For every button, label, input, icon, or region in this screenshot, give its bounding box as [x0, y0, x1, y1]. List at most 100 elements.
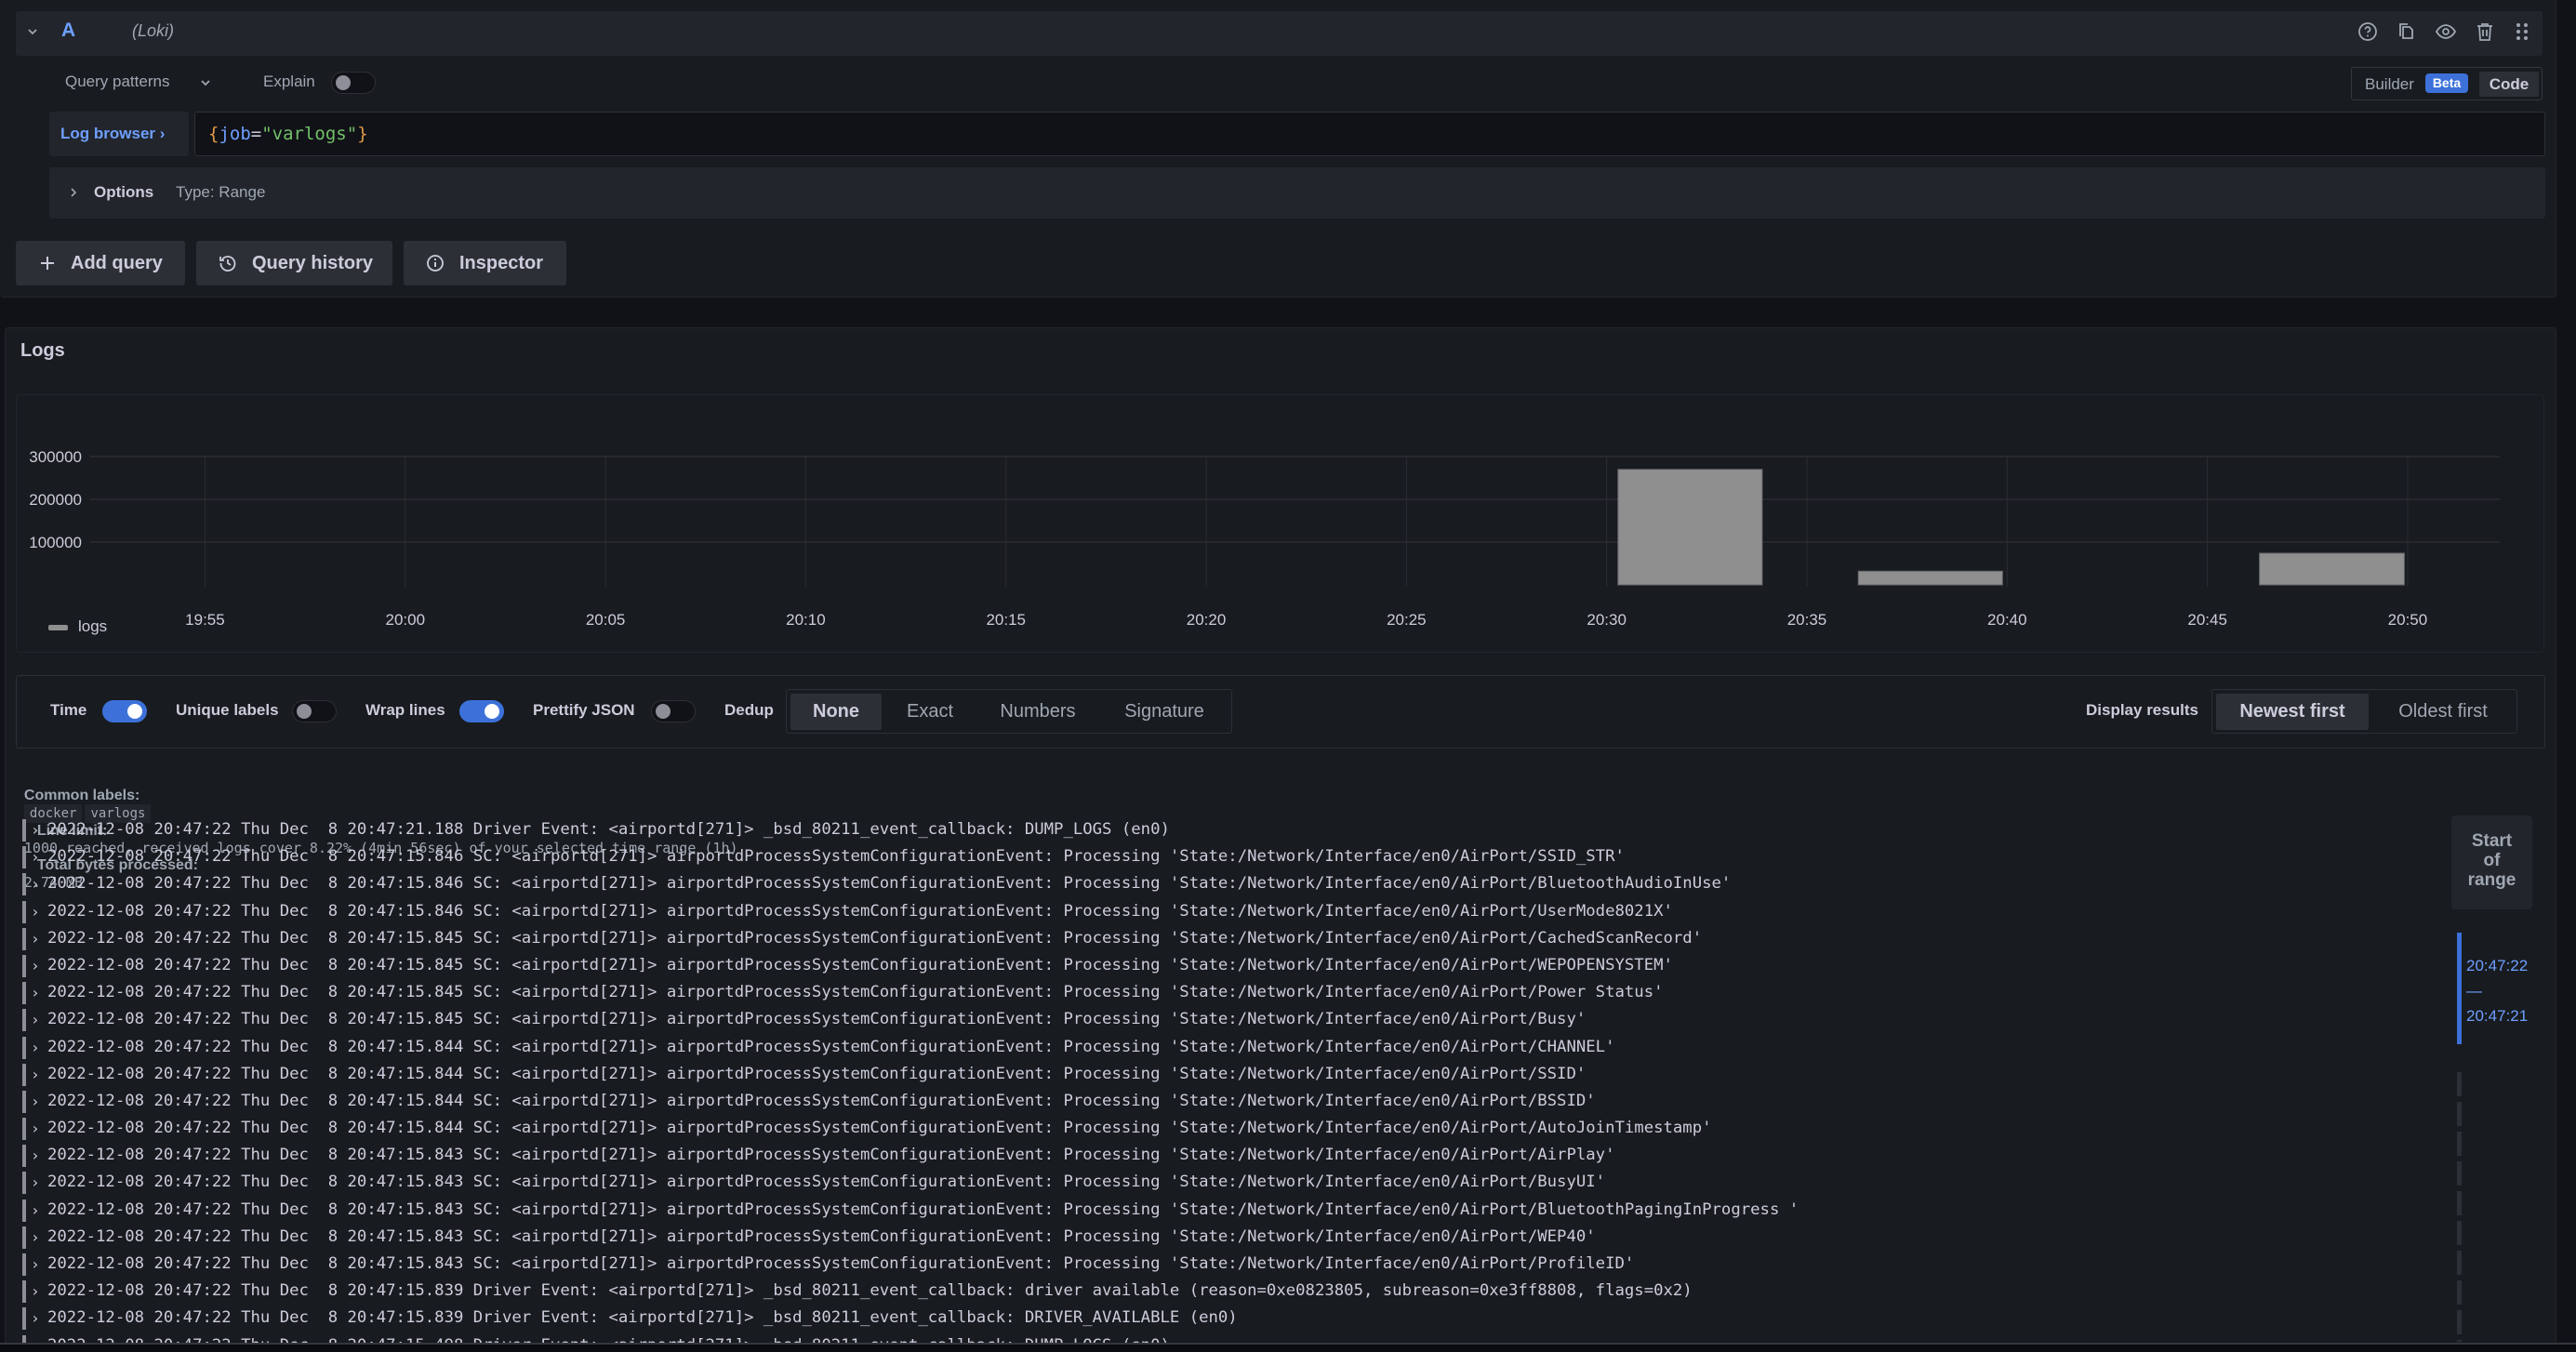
time-toggle[interactable]	[102, 700, 147, 722]
log-row[interactable]: › 2022-12-08 20:47:22 Thu Dec 8 20:47:15.…	[19, 925, 2437, 952]
expand-row-chevron-icon[interactable]: ›	[31, 979, 40, 1006]
query-expression-input[interactable]: {job="varlogs"}	[194, 112, 2545, 156]
help-icon[interactable]	[2357, 20, 2379, 43]
log-row[interactable]: › 2022-12-08 20:47:22 Thu Dec 8 20:47:15.…	[19, 1224, 2437, 1251]
builder-mode-button[interactable]: Builder	[2365, 75, 2414, 94]
expand-row-chevron-icon[interactable]: ›	[31, 1305, 40, 1332]
expand-row-chevron-icon[interactable]: ›	[31, 1332, 40, 1343]
expand-row-chevron-icon[interactable]: ›	[31, 870, 40, 897]
log-row[interactable]: › 2022-12-08 20:47:22 Thu Dec 8 20:47:15.…	[19, 843, 2437, 870]
drag-handle-icon[interactable]	[2511, 20, 2533, 43]
current-range-indicator[interactable]	[2457, 933, 2462, 1044]
expand-row-chevron-icon[interactable]: ›	[31, 1169, 40, 1196]
log-row[interactable]: › 2022-12-08 20:47:22 Thu Dec 8 20:47:15.…	[19, 1197, 2437, 1224]
logs-panel-title: Logs	[20, 340, 65, 361]
query-history-button[interactable]: Query history	[196, 241, 392, 285]
expand-row-chevron-icon[interactable]: ›	[31, 1197, 40, 1224]
code-mode-button[interactable]: Code	[2479, 72, 2539, 97]
current-range-label[interactable]: 20:47:22 — 20:47:21	[2466, 953, 2528, 1028]
expand-row-chevron-icon[interactable]: ›	[31, 1115, 40, 1142]
log-line-text: 2022-12-08 20:47:22 Thu Dec 8 20:47:15.8…	[47, 983, 1664, 1002]
log-level-indicator	[22, 1036, 26, 1059]
log-row[interactable]: › 2022-12-08 20:47:22 Thu Dec 8 20:47:15.…	[19, 979, 2437, 1006]
inspector-button[interactable]: Inspector	[404, 241, 566, 285]
log-row[interactable]: › 2022-12-08 20:47:22 Thu Dec 8 20:47:15.…	[19, 1006, 2437, 1033]
expand-row-chevron-icon[interactable]: ›	[31, 1224, 40, 1251]
log-row[interactable]: › 2022-12-08 20:47:22 Thu Dec 8 20:47:15.…	[19, 1305, 2437, 1332]
chart-bar[interactable]	[1857, 570, 2003, 586]
horizontal-scrollbar[interactable]	[0, 1343, 2576, 1352]
trash-icon[interactable]	[2474, 20, 2496, 43]
log-row[interactable]: › 2022-12-08 20:47:22 Thu Dec 8 20:47:15.…	[19, 870, 2437, 897]
toggle-knob	[656, 704, 671, 719]
logs-volume-chart[interactable]: 100000 200000 300000 19:55 20:00 20:05 20:10 2…	[0, 394, 2548, 655]
legend-label-logs[interactable]: logs	[78, 617, 107, 636]
token-label-key: job	[219, 124, 251, 144]
log-level-indicator	[22, 1145, 26, 1168]
unique-labels-toggle[interactable]	[292, 700, 337, 722]
log-level-indicator	[22, 1090, 26, 1113]
log-row[interactable]: › 2022-12-08 20:47:22 Thu Dec 8 20:47:15.…	[19, 1115, 2437, 1142]
log-row[interactable]: › 2022-12-08 20:47:22 Thu Dec 8 20:47:15.…	[19, 1061, 2437, 1088]
wrap-lines-toggle[interactable]	[459, 700, 504, 722]
explain-toggle[interactable]	[331, 72, 376, 94]
expand-row-chevron-icon[interactable]: ›	[31, 952, 40, 979]
x-tick-label: 20:45	[2187, 611, 2227, 629]
log-row[interactable]: › 2022-12-08 20:47:22 Thu Dec 8 20:47:15.…	[19, 952, 2437, 979]
log-row[interactable]: › 2022-12-08 20:47:22 Thu Dec 8 20:47:15.…	[19, 1142, 2437, 1169]
log-row[interactable]: › 2022-12-08 20:47:22 Thu Dec 8 20:47:15.…	[19, 1034, 2437, 1061]
log-level-indicator	[22, 1199, 26, 1222]
expand-row-chevron-icon[interactable]: ›	[31, 1278, 40, 1305]
query-options-row[interactable]: Options Type: Range	[49, 167, 2545, 219]
expand-row-chevron-icon[interactable]: ›	[31, 1006, 40, 1033]
expand-row-chevron-icon[interactable]: ›	[31, 843, 40, 870]
log-row[interactable]: › 2022-12-08 20:47:22 Thu Dec 8 20:47:21.…	[19, 816, 2437, 843]
eye-icon[interactable]	[2435, 20, 2457, 43]
chart-bar[interactable]	[2259, 552, 2405, 586]
x-tick-label: 20:40	[1987, 611, 2027, 629]
y-tick-label: 100000	[29, 534, 82, 551]
prettify-json-toggle[interactable]	[651, 700, 696, 722]
expand-row-chevron-icon[interactable]: ›	[31, 898, 40, 925]
chart-bar[interactable]	[1617, 469, 1763, 586]
query-patterns-dropdown[interactable]: Query patterns	[65, 73, 169, 91]
legend-swatch-logs	[48, 625, 68, 630]
log-row[interactable]: › 2022-12-08 20:47:22 Thu Dec 8 20:47:15.…	[19, 1169, 2437, 1196]
x-tick-label: 20:15	[986, 611, 1026, 629]
dedup-option-none[interactable]: None	[790, 694, 882, 730]
chevron-down-icon[interactable]	[199, 76, 212, 89]
log-line-text: 2022-12-08 20:47:22 Thu Dec 8 20:47:15.8…	[47, 1037, 1615, 1056]
expand-row-chevron-icon[interactable]: ›	[31, 1251, 40, 1278]
expand-row-chevron-icon[interactable]: ›	[31, 925, 40, 952]
expand-row-chevron-icon[interactable]: ›	[31, 816, 40, 843]
dedup-option-exact[interactable]: Exact	[885, 694, 975, 730]
log-line-text: 2022-12-08 20:47:22 Thu Dec 8 20:47:15.8…	[47, 928, 1703, 948]
log-row[interactable]: › 2022-12-08 20:47:22 Thu Dec 8 20:47:15.…	[19, 1278, 2437, 1305]
query-ref-id[interactable]: A	[61, 20, 75, 42]
dedup-option-signature[interactable]: Signature	[1101, 694, 1228, 730]
expand-row-chevron-icon[interactable]: ›	[31, 1142, 40, 1169]
expand-row-chevron-icon[interactable]: ›	[31, 1061, 40, 1088]
collapse-chevron-icon[interactable]	[26, 25, 39, 38]
log-line-text: 2022-12-08 20:47:22 Thu Dec 8 20:47:15.8…	[47, 1091, 1596, 1110]
log-row[interactable]: › 2022-12-08 20:47:22 Thu Dec 8 20:47:15.…	[19, 1251, 2437, 1278]
log-row[interactable]: › 2022-12-08 20:47:22 Thu Dec 8 20:47:15.…	[19, 898, 2437, 925]
log-browser-button[interactable]: Log browser ›	[49, 112, 189, 156]
start-of-range-button[interactable]: Start of range	[2451, 815, 2532, 909]
order-option-newest-first[interactable]: Newest first	[2216, 694, 2369, 730]
log-row[interactable]: › 2022-12-08 20:47:22 Thu Dec 8 20:47:15.…	[19, 1088, 2437, 1115]
x-tick-label: 20:35	[1787, 611, 1827, 629]
unloaded-range-track	[2457, 1072, 2462, 1342]
x-tick-label: 20:00	[385, 611, 425, 629]
log-row[interactable]: › 2022-12-08 20:47:22 Thu Dec 8 20:47:15.…	[19, 1332, 2437, 1343]
expand-row-chevron-icon[interactable]: ›	[31, 1088, 40, 1115]
duplicate-icon[interactable]	[2396, 20, 2418, 43]
token-brace: }	[357, 124, 368, 144]
order-option-oldest-first[interactable]: Oldest first	[2372, 694, 2514, 730]
add-query-button[interactable]: Add query	[16, 241, 185, 285]
expand-row-chevron-icon[interactable]: ›	[31, 1034, 40, 1061]
display-results-segmented-control: Newest first Oldest first	[2211, 689, 2517, 734]
dedup-option-numbers[interactable]: Numbers	[978, 694, 1097, 730]
log-line-text: 2022-12-08 20:47:22 Thu Dec 8 20:47:15.4…	[47, 1332, 1170, 1343]
range-from: 20:47:22	[2466, 957, 2529, 974]
